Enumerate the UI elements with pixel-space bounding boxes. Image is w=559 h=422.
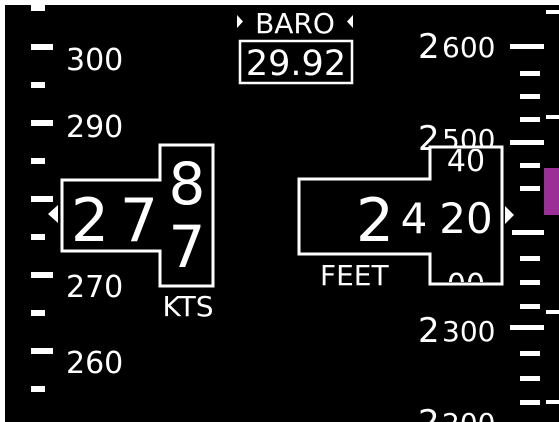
- alt-digit-tens-upper: 40: [447, 144, 485, 179]
- speed-tick-minor: [31, 310, 45, 316]
- alt-tick-minor: [520, 94, 540, 99]
- altitude-unit-label: FEET: [320, 259, 389, 292]
- speed-tick-major: [31, 44, 53, 50]
- speed-tick-label: 270: [66, 270, 123, 305]
- speed-digit-units-lower: 7: [169, 213, 206, 281]
- speed-tick-label: 260: [66, 346, 123, 381]
- alt-tick-label-thousands: 2: [418, 403, 440, 422]
- speed-tick-major: [31, 120, 53, 126]
- speed-tick-minor: [31, 158, 45, 164]
- alt-tick-major: [510, 140, 544, 145]
- altitude-bug[interactable]: [544, 168, 559, 215]
- alt-tick-label-thousands: 2: [418, 27, 440, 67]
- alt-tick-minor: [520, 304, 540, 309]
- speed-tick-minor: [31, 234, 45, 240]
- speed-tick-minor: [31, 82, 45, 88]
- alt-tick-minor: [520, 280, 540, 285]
- alt-tick-major: [510, 44, 544, 49]
- speed-tick-major: [31, 348, 53, 354]
- alt-edge-tick: [546, 310, 559, 314]
- primary-flight-display: BARO 29.92 300 290 270 260 2 7 8 7 KTS 2…: [0, 0, 559, 422]
- baro-value: 29.92: [246, 44, 346, 84]
- alt-edge-tick: [546, 115, 559, 119]
- speed-digit-hundreds: 2: [71, 186, 109, 256]
- speed-tick-label: 290: [66, 110, 123, 145]
- speed-tick-label: 300: [66, 43, 123, 78]
- alt-edge-tick: [546, 400, 559, 404]
- alt-tick-minor: [520, 256, 540, 261]
- baro-label: BARO: [255, 7, 335, 40]
- alt-tick-label-hundreds: 300: [442, 315, 495, 348]
- alt-tick-minor: [520, 71, 540, 76]
- alt-tick-minor: [520, 117, 540, 122]
- alt-edge-tick: [546, 10, 559, 14]
- speed-digit-units-upper: 8: [169, 150, 206, 218]
- alt-digit-hundreds: 4: [401, 194, 428, 243]
- alt-tick-minor: [520, 351, 540, 356]
- alt-tick-label-hundreds: 600: [442, 31, 495, 64]
- speed-tick-major: [31, 272, 53, 278]
- alt-tick-minor: [520, 186, 540, 191]
- speed-digit-tens: 7: [120, 186, 158, 256]
- alt-tick-label-hundreds: 200: [442, 407, 495, 422]
- alt-tick-minor: [520, 163, 540, 168]
- alt-tick-minor: [520, 400, 540, 405]
- speed-tick-minor: [31, 5, 45, 11]
- pfd-canvas: BARO 29.92 300 290 270 260 2 7 8 7 KTS 2…: [5, 5, 559, 422]
- alt-digit-thousands: 2: [356, 186, 394, 256]
- alt-tick-minor: [520, 376, 540, 381]
- alt-tick-label-thousands: 2: [418, 311, 440, 351]
- speed-unit-label: KTS: [162, 290, 213, 323]
- alt-tick-major: [512, 230, 544, 235]
- speed-tick-minor: [31, 386, 45, 392]
- alt-digit-tens-main: 20: [439, 194, 492, 243]
- speed-tick-major: [31, 196, 53, 202]
- alt-tick-major: [510, 325, 544, 330]
